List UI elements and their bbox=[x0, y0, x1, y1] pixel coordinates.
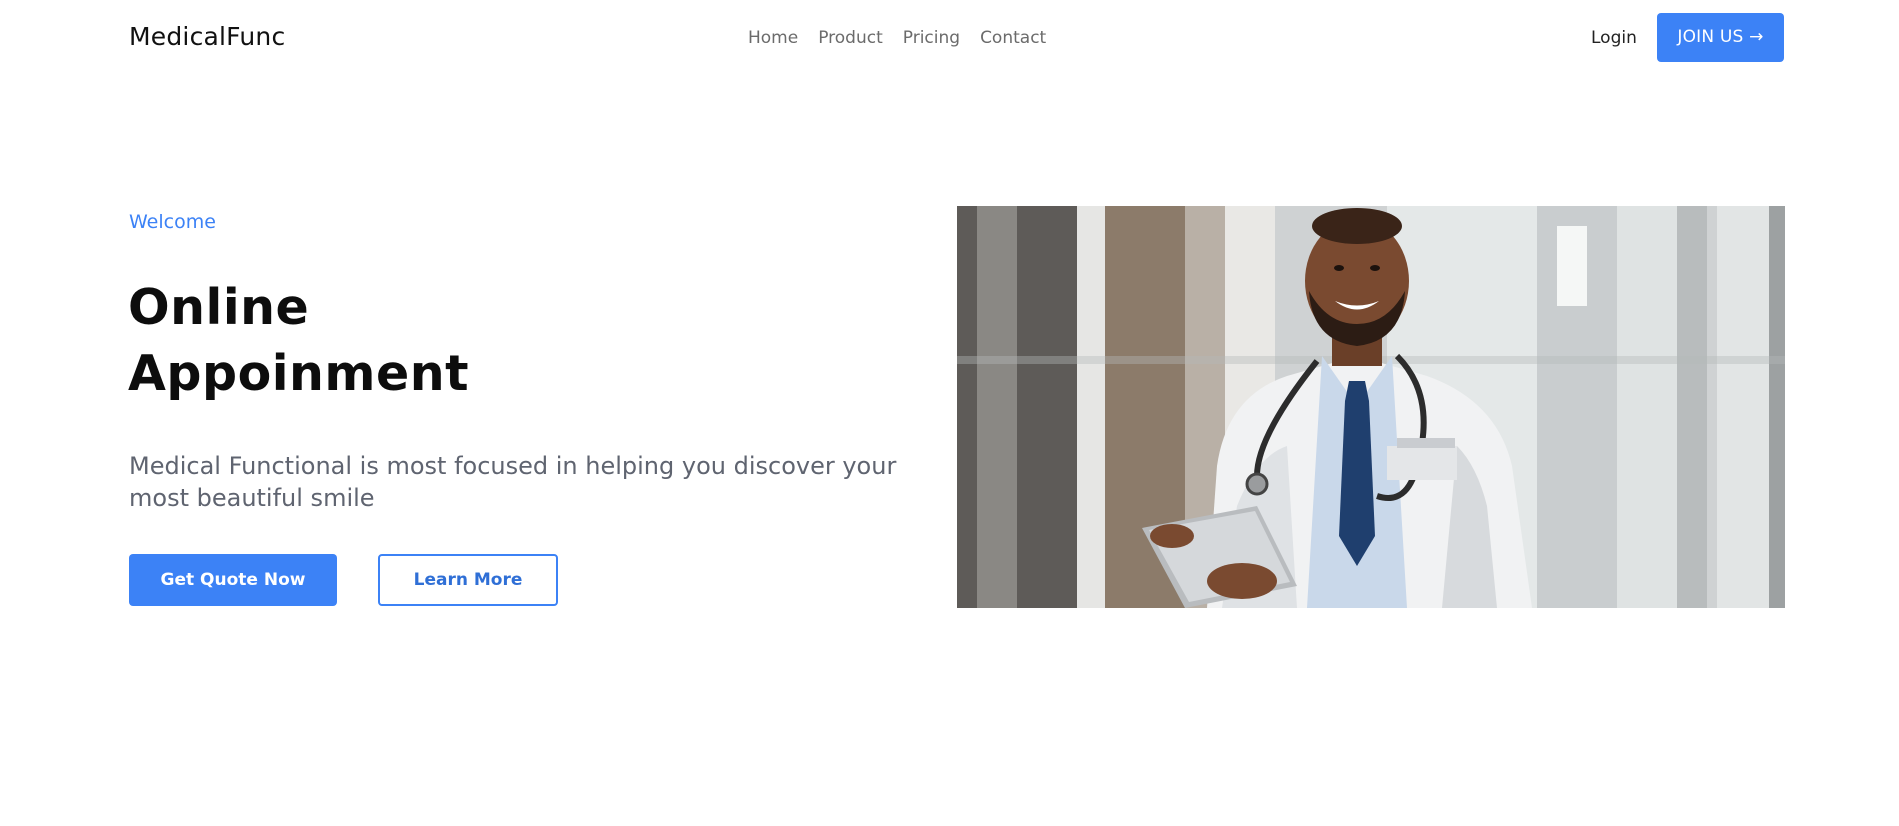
nav-item-contact[interactable]: Contact bbox=[980, 27, 1046, 49]
nav-item-product[interactable]: Product bbox=[818, 27, 883, 49]
hero-title-line1: Online bbox=[128, 279, 310, 336]
hero-title: Online Appoinment bbox=[128, 275, 648, 407]
get-quote-button[interactable]: Get Quote Now bbox=[129, 554, 337, 606]
nav-item-pricing[interactable]: Pricing bbox=[903, 27, 960, 49]
hero-subtitle: Medical Functional is most focused in he… bbox=[129, 452, 897, 512]
join-us-button[interactable]: JOIN US → bbox=[1657, 13, 1784, 62]
main-nav: Home Product Pricing Contact bbox=[748, 27, 1046, 49]
hero-doctor-image bbox=[957, 206, 1785, 608]
nav-item-home[interactable]: Home bbox=[748, 27, 798, 49]
site-header: MedicalFunc Home Product Pricing Contact… bbox=[0, 0, 1899, 76]
login-link[interactable]: Login bbox=[1591, 27, 1637, 49]
brand-logo[interactable]: MedicalFunc bbox=[129, 22, 285, 52]
learn-more-button[interactable]: Learn More bbox=[378, 554, 558, 606]
doctor-illustration bbox=[957, 206, 1785, 608]
hero-title-line2: Appoinment bbox=[128, 345, 470, 402]
hero-eyebrow: Welcome bbox=[129, 211, 216, 233]
landing-page: MedicalFunc Home Product Pricing Contact… bbox=[0, 0, 1899, 826]
